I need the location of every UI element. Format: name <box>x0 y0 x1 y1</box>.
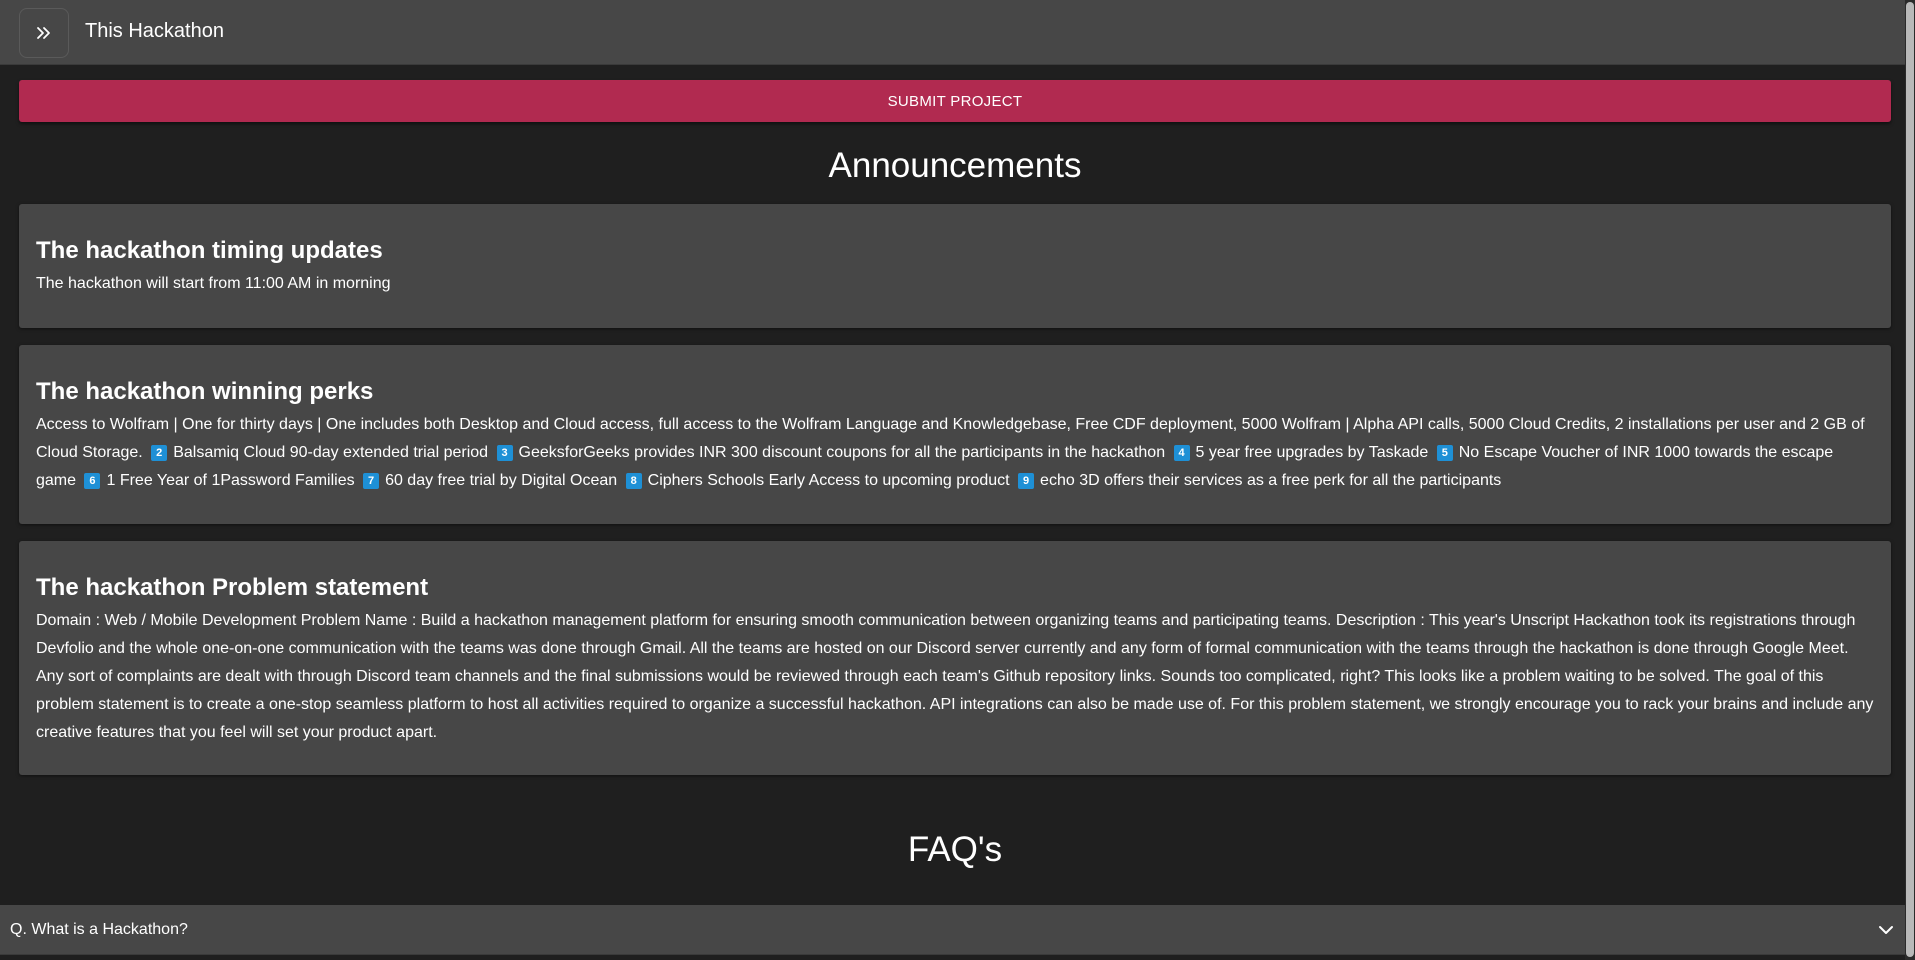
number-badge: 4 <box>1173 445 1190 461</box>
number-badge: 6 <box>84 473 101 489</box>
perk-text: Balsamiq Cloud 90-day extended trial per… <box>173 444 489 461</box>
faq-question: Q. What is a Hackathon? <box>10 920 188 938</box>
submit-project-button[interactable]: SUBMIT PROJECT <box>19 80 1891 122</box>
faq-accordion-item[interactable]: Q. What is a Hackathon? <box>0 905 1905 955</box>
perk-text: echo 3D offers their services as a free … <box>1040 472 1502 489</box>
number-badge: 9 <box>1018 473 1035 489</box>
chevron-down-icon <box>1877 921 1895 939</box>
scrollbar-thumb[interactable] <box>1906 2 1914 957</box>
expand-menu-button[interactable] <box>19 8 69 58</box>
announcement-card: The hackathon winning perks Access to Wo… <box>19 345 1891 524</box>
announcement-card: The hackathon timing updates The hackath… <box>19 204 1891 328</box>
scrollbar[interactable] <box>1905 0 1915 960</box>
number-badge: 5 <box>1436 445 1453 461</box>
perk-text: 5 year free upgrades by Taskade <box>1195 444 1429 461</box>
double-chevron-right-icon <box>37 27 50 39</box>
announcement-title: The hackathon winning perks <box>36 378 374 405</box>
number-badge: 8 <box>625 473 642 489</box>
announcement-title: The hackathon Problem statement <box>36 574 429 601</box>
announcements-heading: Announcements <box>828 146 1082 185</box>
number-badge: 3 <box>496 445 513 461</box>
number-badge: 7 <box>363 473 380 489</box>
top-bar: This Hackathon <box>0 0 1905 65</box>
faq-heading: FAQ's <box>907 830 1003 869</box>
announcement-body: Access to Wolfram | One for thirty days … <box>36 411 1874 495</box>
perk-text: 1 Free Year of 1Password Families <box>106 472 355 489</box>
announcement-body: The hackathon will start from 11:00 AM i… <box>36 275 391 292</box>
announcement-title: The hackathon timing updates <box>36 237 383 264</box>
number-badge: 2 <box>151 445 168 461</box>
perk-text: GeeksforGeeks provides INR 300 discount … <box>518 444 1166 461</box>
perk-text: 60 day free trial by Digital Ocean <box>385 472 618 489</box>
page-title: This Hackathon <box>85 20 224 42</box>
announcement-card: The hackathon Problem statement Domain :… <box>19 541 1891 775</box>
perk-text: Ciphers Schools Early Access to upcoming… <box>647 472 1010 489</box>
announcement-body: Domain : Web / Mobile Development Proble… <box>36 612 1874 741</box>
